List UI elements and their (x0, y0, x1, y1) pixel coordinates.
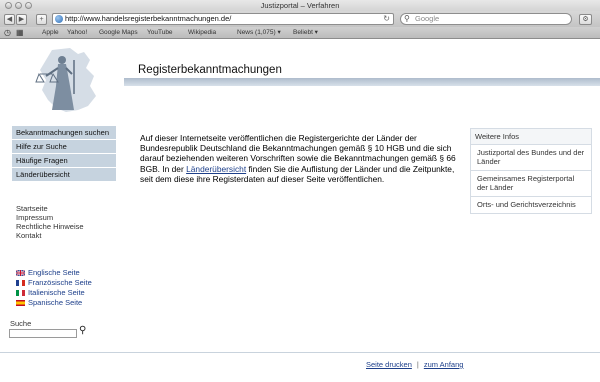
bookmarks-bar: ◷ ▦ Apple Yahoo! Google Maps YouTube Wik… (0, 27, 600, 39)
link-startseite[interactable]: Startseite (16, 204, 84, 213)
top-sites-icon[interactable]: ▦ (16, 27, 24, 39)
address-url: http://www.handelsregisterbekanntmachung… (65, 14, 232, 23)
bookmark-item[interactable]: Apple (42, 27, 59, 39)
web-page: Registerbekanntmachungen Bekanntmachunge… (0, 40, 600, 382)
search-input[interactable] (9, 329, 77, 338)
back-to-top-link[interactable]: zum Anfang (424, 360, 464, 369)
gear-icon[interactable]: ⚙ (579, 14, 592, 25)
uk-flag-icon (16, 270, 25, 276)
intro-paragraph: Auf dieser Internetseite veröffentlichen… (140, 133, 458, 184)
link-impressum[interactable]: Impressum (16, 213, 84, 222)
footer-separator: | (416, 360, 419, 369)
reading-list-icon[interactable]: ◷ (4, 27, 11, 39)
window-title: Justizportal – Verfahren (260, 1, 340, 10)
italy-flag-icon (16, 290, 25, 296)
bookmark-item[interactable]: YouTube (147, 27, 173, 39)
further-info-box: Weitere Infos Justizportal des Bundes un… (470, 128, 592, 214)
language-label: Spanische Seite (28, 298, 83, 307)
bookmark-item[interactable]: Yahoo! (67, 27, 87, 39)
main-navigation: Bekanntmachungen suchen Hilfe zur Suche … (12, 126, 116, 182)
nav-item-bekanntmachungen-suchen[interactable]: Bekanntmachungen suchen (12, 126, 116, 140)
link-rechtliche-hinweise[interactable]: Rechtliche Hinweise (16, 222, 84, 231)
france-flag-icon (16, 280, 25, 286)
language-label: Französische Seite (28, 278, 92, 287)
browser-toolbar: ◀ ▶ + http://www.handelsregisterbekanntm… (0, 11, 600, 27)
address-bar[interactable]: http://www.handelsregisterbekanntmachung… (52, 13, 394, 25)
nav-item-laenderuebersicht[interactable]: Länderübersicht (12, 168, 116, 182)
footer-divider (0, 352, 600, 353)
secondary-links: Startseite Impressum Rechtliche Hinweise… (16, 204, 84, 240)
further-info-heading: Weitere Infos (471, 129, 591, 145)
nav-item-hilfe-zur-suche[interactable]: Hilfe zur Suche (12, 140, 116, 154)
nav-item-haeufige-fragen[interactable]: Häufige Fragen (12, 154, 116, 168)
laenderuebersicht-link[interactable]: Länderübersicht (186, 164, 246, 174)
browser-search-placeholder: Google (415, 14, 440, 23)
page-title: Registerbekanntmachungen (138, 64, 282, 76)
close-window-button[interactable] (5, 2, 12, 9)
bookmark-item[interactable]: News (1,075) ▾ (237, 27, 281, 39)
info-link-gerichtsverzeichnis[interactable]: Orts- und Gerichtsverzeichnis (471, 197, 591, 213)
globe-icon (55, 15, 63, 23)
bookmark-item[interactable]: Wikipedia (188, 27, 216, 39)
search-icon: ⚲ (404, 14, 410, 23)
link-kontakt[interactable]: Kontakt (16, 231, 84, 240)
search-submit-icon[interactable]: ⚲ (79, 325, 86, 336)
search-label: Suche (10, 319, 32, 328)
bookmark-item[interactable]: Beliebt ▾ (293, 27, 318, 39)
forward-button[interactable]: ▶ (16, 14, 27, 25)
minimize-window-button[interactable] (15, 2, 22, 9)
browser-search-field[interactable]: ⚲ Google (400, 13, 572, 25)
window-titlebar: Justizportal – Verfahren (0, 0, 600, 11)
language-link-italian[interactable]: Italienische Seite (16, 288, 92, 298)
language-link-french[interactable]: Französische Seite (16, 278, 92, 288)
info-link-registerportal[interactable]: Gemeinsames Registerportal der Länder (471, 171, 591, 197)
footer: Seite drucken | zum Anfang (366, 360, 463, 369)
reload-icon[interactable]: ↻ (383, 14, 390, 24)
language-link-english[interactable]: Englische Seite (16, 268, 92, 278)
bookmark-item[interactable]: Google Maps (99, 27, 138, 39)
spain-flag-icon (16, 300, 25, 306)
back-button[interactable]: ◀ (4, 14, 15, 25)
justitia-logo (35, 48, 96, 112)
language-links: Englische Seite Französische Seite Itali… (16, 268, 92, 308)
print-page-link[interactable]: Seite drucken (366, 360, 412, 369)
info-link-justizportal[interactable]: Justizportal des Bundes und der Länder (471, 145, 591, 171)
language-label: Italienische Seite (28, 288, 85, 297)
new-tab-button[interactable]: + (36, 14, 47, 25)
language-label: Englische Seite (28, 268, 80, 277)
language-link-spanish[interactable]: Spanische Seite (16, 298, 92, 308)
header-divider (124, 78, 600, 86)
zoom-window-button[interactable] (25, 2, 32, 9)
